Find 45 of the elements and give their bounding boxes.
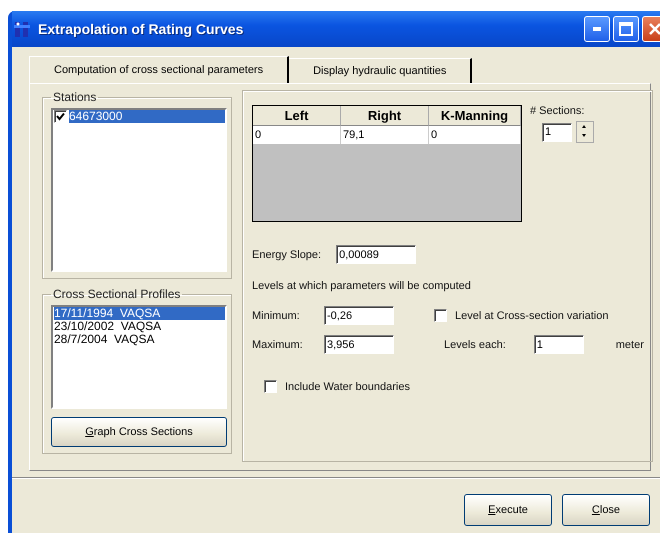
sections-label: # Sections: — [530, 105, 584, 117]
minimum-label: Minimum: — [252, 310, 300, 322]
stations-list[interactable]: 64673000 — [51, 108, 227, 272]
dialog-button[interactable]: Close — [562, 494, 650, 526]
checkbox[interactable] — [264, 380, 277, 393]
minimize-icon — [593, 27, 601, 31]
column-header: Right — [341, 106, 429, 126]
checkmark-icon — [56, 112, 65, 121]
sections-field[interactable]: 1 — [542, 122, 572, 142]
profiles-list[interactable]: 17/11/1994 VAQSA 23/10/2002 VAQSA 28/7/2004 VAQSA — [51, 305, 227, 409]
maximum-field[interactable]: 3,956 — [324, 335, 394, 354]
levels-caption: Levels at which parameters will be computed — [252, 280, 471, 292]
minimize-button[interactable] — [584, 16, 610, 42]
energy-slope-field[interactable]: 0,00089 — [336, 245, 416, 264]
close-icon — [649, 23, 660, 35]
graph-button[interactable]: Graph Cross Sections — [51, 417, 227, 447]
app-icon — [14, 20, 30, 38]
levels-each-field[interactable]: 1 — [534, 335, 584, 354]
list-item[interactable]: 28/7/2004 VAQSA — [54, 333, 225, 346]
table-cell: 0 — [429, 126, 521, 144]
group-label: Stations — [52, 90, 98, 104]
tab[interactable]: Computation of cross sectional parameters — [29, 56, 290, 83]
table-cell: 79,1 — [341, 126, 429, 144]
maximize-button[interactable] — [613, 16, 639, 42]
energy-slope-label: Energy Slope: — [252, 248, 322, 260]
levels-each-label: Levels each: — [444, 338, 506, 350]
spinner-arrows-icon[interactable] — [576, 121, 594, 143]
checkbox-label: Level at Cross-section variation — [455, 310, 608, 322]
checkbox-label: Include Water boundaries — [285, 380, 410, 392]
minimum-field[interactable]: -0,26 — [324, 306, 394, 325]
list-item[interactable]: 64673000 — [69, 110, 225, 123]
group-label: Cross Sectional Profiles — [52, 287, 182, 301]
dialog-button[interactable]: Execute — [464, 494, 552, 526]
window-title: Extrapolation of Rating Curves — [38, 21, 244, 37]
column-header: K-Manning — [429, 106, 521, 126]
list-item[interactable]: 17/11/1994 VAQSA — [54, 307, 225, 320]
table-cell: 0 — [253, 126, 341, 144]
checkbox[interactable] — [434, 309, 447, 322]
maximum-label: Maximum: — [252, 338, 303, 350]
column-header: Left — [253, 106, 341, 126]
list-item[interactable]: 23/10/2002 VAQSA — [54, 320, 225, 333]
tab[interactable]: Display hydraulic quantities — [289, 58, 472, 83]
unit-label: meter — [616, 338, 644, 350]
maximize-icon — [619, 22, 633, 36]
checkbox[interactable] — [54, 110, 67, 123]
